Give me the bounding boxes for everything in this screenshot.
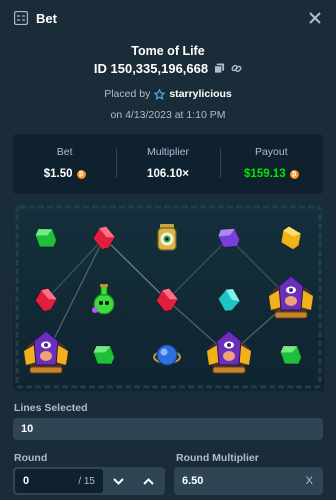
round-multiplier-suffix: X <box>305 475 313 487</box>
round-multiplier-field: 6.50 X <box>174 467 323 495</box>
round-up-button[interactable] <box>133 469 163 493</box>
bitcoin-icon: ₿ <box>76 169 86 179</box>
chevron-up-icon <box>142 477 154 485</box>
chevron-down-icon <box>112 477 124 485</box>
payout-label: Payout <box>254 146 288 158</box>
title-bar: Bet <box>0 0 336 36</box>
round-value: 0 <box>23 475 30 487</box>
payout-value: $159.13 <box>244 168 286 180</box>
bet-stats-panel: Bet $1.50 ₿ Multiplier 106.10× Payout $1… <box>13 134 323 194</box>
eye-lantern-symbol <box>157 224 177 251</box>
round-total: / 15 <box>78 475 95 487</box>
slot-icon <box>14 11 28 25</box>
bet-stat: Bet $1.50 ₿ <box>13 146 116 182</box>
lines-selected-field: 10 <box>13 418 323 440</box>
bet-value-row: $1.50 ₿ <box>44 168 86 180</box>
multiplier-value-row: 106.10× <box>147 168 189 180</box>
bitcoin-icon: ₿ <box>289 169 299 179</box>
multiplier-value: 106.10× <box>147 168 189 180</box>
multiplier-label: Multiplier <box>146 146 189 158</box>
link-icon[interactable] <box>231 63 242 74</box>
copy-icon[interactable] <box>214 63 225 74</box>
round-input[interactable]: 0 / 15 <box>15 469 103 493</box>
bet-id: ID 150,335,196,668 <box>93 61 209 76</box>
window-title: Bet <box>36 10 57 26</box>
placed-by-label: Placed by <box>104 88 151 100</box>
round-multiplier-label: Round Multiplier <box>176 452 259 464</box>
bet-date: on 4/13/2023 at 1:10 PM <box>110 109 226 121</box>
multiplier-stat: Multiplier 106.10× <box>116 146 219 182</box>
star-user-icon <box>154 88 166 100</box>
close-icon[interactable] <box>308 11 322 25</box>
round-down-button[interactable] <box>103 469 133 493</box>
payout-value-row: $159.13 ₿ <box>244 168 299 180</box>
lines-selected-label: Lines Selected <box>14 402 88 414</box>
bet-label: Bet <box>56 146 73 158</box>
placed-by-row: Placed by starrylicious <box>0 88 336 100</box>
slot-board-canvas <box>13 203 324 391</box>
bet-id-row: ID 150,335,196,668 <box>0 61 336 76</box>
bet-value: $1.50 <box>43 168 73 180</box>
lines-selected-value: 10 <box>21 423 34 435</box>
round-multiplier-value: 6.50 <box>182 475 204 487</box>
username-link[interactable]: starrylicious <box>169 88 231 100</box>
round-label: Round <box>14 452 48 464</box>
round-control: 0 / 15 <box>13 467 165 495</box>
slot-board <box>13 203 324 391</box>
payout-stat: Payout $159.13 ₿ <box>219 146 323 182</box>
game-title[interactable]: Tome of Life <box>0 44 336 58</box>
